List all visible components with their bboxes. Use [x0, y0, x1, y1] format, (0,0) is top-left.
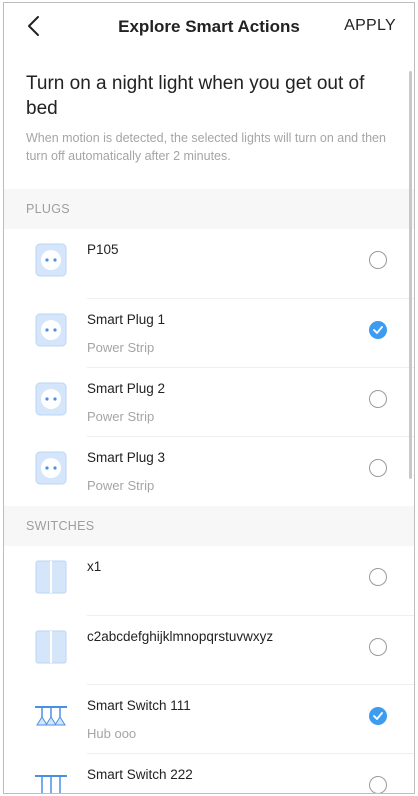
header: Explore Smart Actions APPLY [4, 3, 414, 49]
ceiling-light-icon [35, 775, 67, 793]
checkmark-icon [373, 712, 383, 720]
device-row-p105[interactable]: P105 [4, 229, 414, 298]
select-radio[interactable] [369, 568, 387, 586]
device-group: Power Strip [87, 478, 155, 493]
select-radio[interactable] [369, 459, 387, 477]
select-radio-checked[interactable] [369, 321, 387, 339]
device-name: Smart Plug 1 [87, 312, 166, 327]
device-row-x1[interactable]: x1 [4, 546, 414, 615]
device-name: P105 [87, 242, 119, 257]
plug-icon [35, 382, 67, 416]
device-name: Smart Plug 3 [87, 450, 166, 465]
device-row-smart-plug-2[interactable]: Smart Plug 2 Power Strip [4, 368, 414, 437]
select-radio[interactable] [369, 251, 387, 269]
action-description: When motion is detected, the selected li… [26, 131, 386, 163]
device-name: x1 [87, 559, 102, 574]
device-row-smart-plug-3[interactable]: Smart Plug 3 Power Strip [4, 437, 414, 506]
select-radio[interactable] [369, 390, 387, 408]
ceiling-light-icon [35, 706, 67, 726]
device-row-smart-switch-222[interactable]: Smart Switch 222 [4, 754, 414, 793]
wall-switch-icon [35, 560, 67, 594]
screen: Explore Smart Actions APPLY Turn on a ni… [3, 2, 415, 794]
section-label: SWITCHES [26, 519, 95, 533]
wall-switch-icon [35, 630, 67, 664]
select-radio-checked[interactable] [369, 707, 387, 725]
select-radio[interactable] [369, 638, 387, 656]
device-name: Smart Plug 2 [87, 381, 166, 396]
select-radio[interactable] [369, 776, 387, 793]
device-name: c2abcdefghijklmnopqrstuvwxyz [87, 629, 274, 644]
device-row-smart-plug-1[interactable]: Smart Plug 1 Power Strip [4, 299, 414, 368]
device-row-smart-switch-111[interactable]: Smart Switch 111 Hub ooo [4, 685, 414, 754]
checkmark-icon [373, 326, 383, 334]
scrollbar[interactable] [409, 71, 412, 479]
plug-icon [35, 451, 67, 485]
device-row-c2[interactable]: c2abcdefghijklmnopqrstuvwxyz [4, 616, 414, 685]
section-header-plugs: PLUGS [4, 189, 414, 229]
section-header-switches: SWITCHES [4, 506, 414, 546]
device-group: Hub ooo [87, 726, 137, 741]
action-headline: Turn on a night light when you get out o… [26, 73, 365, 119]
device-group: Power Strip [87, 340, 155, 355]
plug-icon [35, 243, 67, 277]
device-name: Smart Switch 111 [87, 698, 191, 713]
section-label: PLUGS [26, 202, 70, 216]
apply-button[interactable]: APPLY [344, 17, 396, 35]
device-group: Power Strip [87, 409, 155, 424]
plug-icon [35, 313, 67, 347]
device-name: Smart Switch 222 [87, 767, 193, 782]
